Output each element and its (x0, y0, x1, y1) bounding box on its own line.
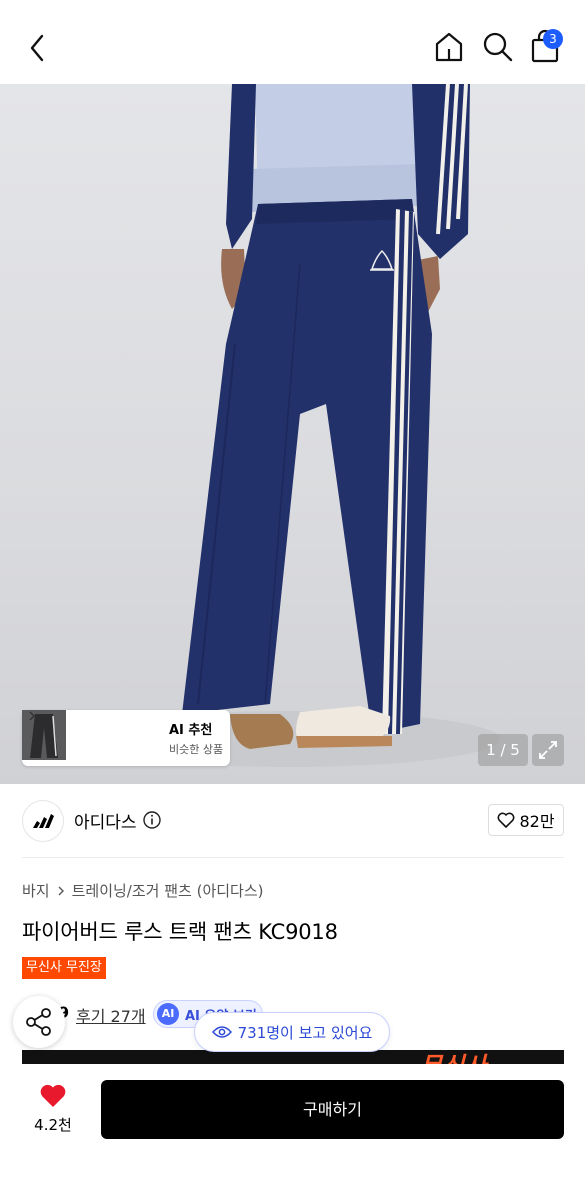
product-photo (80, 84, 500, 767)
ai-recommend-card[interactable]: AI 추천 비슷한 상품 (22, 710, 230, 766)
event-badge: 무신사 무진장 (22, 957, 106, 979)
buy-button[interactable]: 구매하기 (101, 1080, 564, 1139)
brand-like-button[interactable]: 82만 (488, 804, 564, 836)
adidas-logo (33, 814, 54, 828)
image-counter: 1 / 5 (478, 734, 528, 766)
ai-icon: AI (157, 1003, 179, 1025)
eye-icon (211, 1026, 232, 1038)
viewers-toast: 731명이 보고 있어요 (194, 1012, 390, 1052)
brand-logo[interactable] (22, 800, 64, 842)
home-icon[interactable] (432, 30, 466, 64)
brand-name[interactable]: 아디다스 (74, 808, 137, 833)
top-nav-bar: 3 (0, 0, 585, 84)
divider (22, 857, 564, 858)
reviews-link[interactable]: 후기 27개 (76, 1003, 146, 1027)
cart-count-badge: 3 (543, 29, 563, 49)
chevron-right-icon (29, 711, 36, 721)
expand-icon (539, 741, 557, 759)
product-title: 파이어버드 루스 트랙 팬츠 KC9018 (22, 920, 338, 944)
ai-recommend-title: AI 추천 (169, 723, 213, 738)
recommend-thumb-3[interactable] (22, 710, 161, 763)
heart-outline-icon (498, 812, 515, 828)
ai-recommend-subtitle: 비슷한 상품 (169, 743, 224, 756)
ai-recommend-text: AI 추천 비슷한 상품 (29, 711, 224, 757)
chevron-right-icon (58, 886, 64, 895)
product-image[interactable]: AI 추천 비슷한 상품 1 / 5 (0, 84, 585, 784)
recommend-thumb-2[interactable] (22, 710, 115, 763)
favorite-count: 4.2천 (34, 1116, 72, 1134)
info-icon[interactable] (142, 810, 162, 830)
breadcrumb: 바지 트레이닝/조거 팬츠 (아디다스) (22, 880, 264, 901)
brand-like-count: 82만 (519, 812, 555, 831)
expand-button[interactable] (532, 734, 564, 766)
share-button[interactable] (13, 996, 65, 1048)
share-icon (26, 1008, 51, 1036)
breadcrumb-item-subcategory[interactable]: 트레이닝/조거 팬츠 (아디다스) (72, 880, 264, 901)
breadcrumb-item-category[interactable]: 바지 (22, 880, 50, 901)
back-icon[interactable] (22, 30, 54, 66)
search-icon[interactable] (481, 30, 515, 64)
viewers-text: 731명이 보고 있어요 (237, 1023, 373, 1042)
heart-filled-icon[interactable] (39, 1083, 67, 1109)
